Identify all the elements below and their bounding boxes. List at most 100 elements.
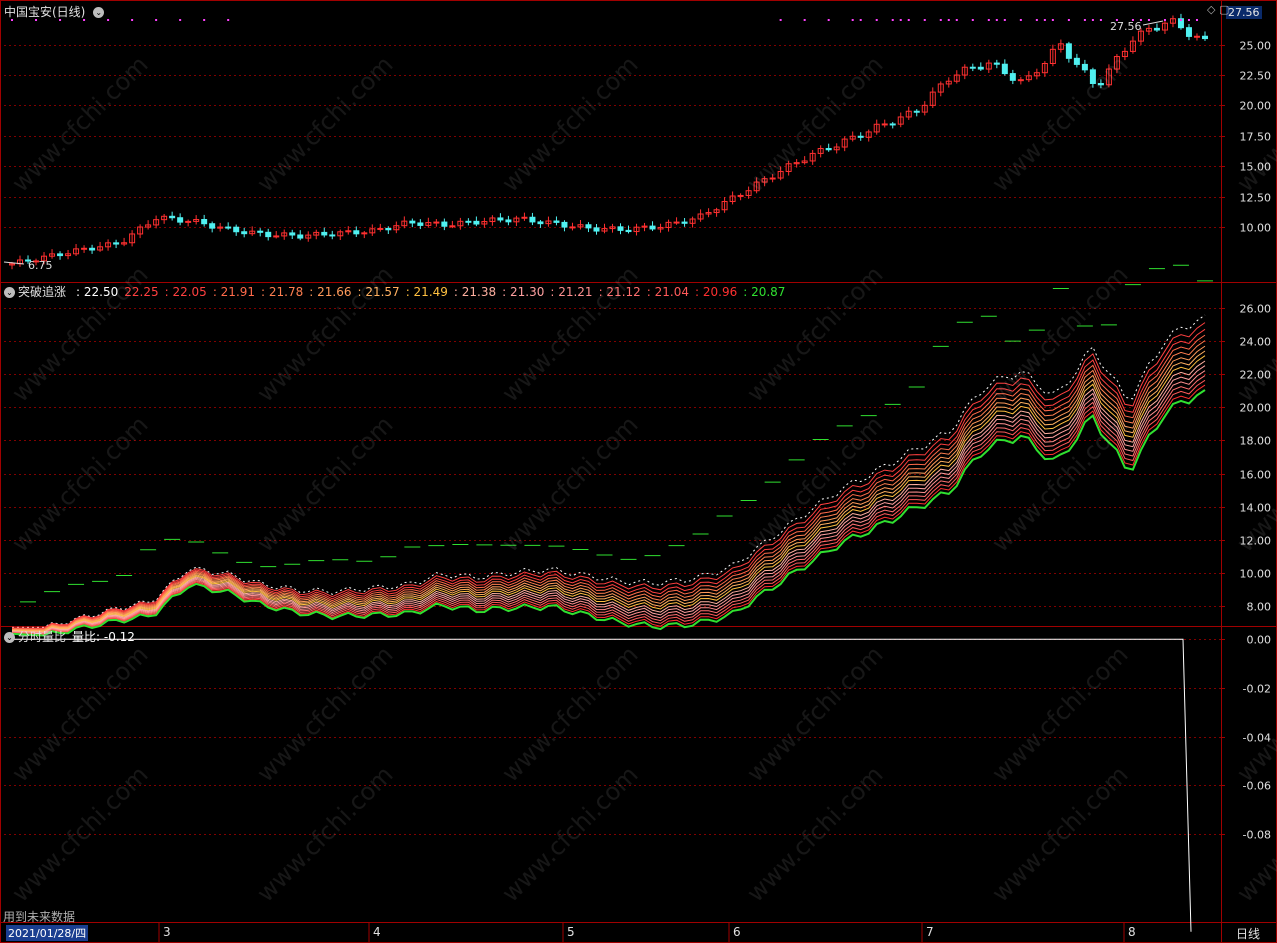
candle-body xyxy=(1089,69,1096,85)
signal-dot xyxy=(891,19,894,21)
price-tick-label: 20.00 xyxy=(1240,100,1272,113)
indicator-line xyxy=(11,345,1206,631)
signal-dot xyxy=(1083,19,1086,21)
signal-dot xyxy=(179,19,182,21)
period-label[interactable]: 日线 xyxy=(1236,925,1260,942)
candle-body xyxy=(673,221,680,224)
candle-body xyxy=(1153,27,1160,31)
candle-body xyxy=(353,230,360,235)
candle-body xyxy=(913,110,920,113)
indicator-value: : 21.21 xyxy=(550,285,593,299)
signal-dot xyxy=(1147,19,1150,21)
panel3-label: 量比: -0.12 xyxy=(72,630,135,644)
candle-body xyxy=(441,221,448,227)
signal-dot xyxy=(1163,19,1166,21)
candle-body xyxy=(289,232,296,236)
signal-dot xyxy=(803,19,806,21)
volume-ratio-tick-label: -0.02 xyxy=(1243,683,1271,696)
candle-body xyxy=(505,219,512,223)
signal-dot xyxy=(875,19,878,21)
collapse-icon[interactable]: ⌄ xyxy=(93,7,105,18)
price-tick-label: 15.00 xyxy=(1240,161,1272,174)
price-tick-label: 25.00 xyxy=(1240,40,1272,53)
month-label: 3 xyxy=(163,925,171,939)
signal-dot xyxy=(859,19,862,21)
candle-body xyxy=(617,226,624,231)
candle-body xyxy=(681,221,688,224)
collapse-icon[interactable]: ⌄ xyxy=(4,632,15,643)
price-tick-label: 17.50 xyxy=(1240,131,1272,144)
indicator-tick-label: 26.00 xyxy=(1240,303,1272,316)
high-price-label: 27.56 xyxy=(1110,20,1142,33)
candle-body xyxy=(113,242,120,245)
signal-dot xyxy=(971,19,974,21)
volume-ratio-tick-label: -0.08 xyxy=(1243,829,1271,842)
signal-dot xyxy=(1187,19,1190,21)
candle-body xyxy=(1097,83,1104,86)
high-marker-line xyxy=(1142,20,1164,26)
volume-ratio-tick-label: -0.06 xyxy=(1243,780,1271,793)
candle-body xyxy=(465,220,472,223)
candle-body xyxy=(521,216,528,219)
signal-dot xyxy=(939,19,942,21)
candle-body xyxy=(1193,35,1200,38)
signal-dot xyxy=(899,19,902,21)
candle-body xyxy=(769,177,776,180)
indicator-value: 22.25 xyxy=(124,285,159,299)
indicator-line xyxy=(11,355,1206,633)
indicator-tick-label: 18.00 xyxy=(1240,435,1272,448)
price-tick-label: 12.50 xyxy=(1240,192,1272,205)
signal-dot xyxy=(131,19,134,21)
candle-body xyxy=(625,229,632,233)
indicator-tick-label: 22.00 xyxy=(1240,369,1272,382)
settings-icons[interactable]: ◇ ▢ xyxy=(1207,3,1229,16)
date-cursor-box: 2021/01/28/四 xyxy=(6,925,89,941)
candle-body xyxy=(169,215,176,219)
indicator-line xyxy=(11,389,1206,637)
candle-body xyxy=(433,221,440,224)
indicator-value: : 22.05 xyxy=(164,285,207,299)
signal-dot xyxy=(1091,19,1094,21)
candle-body xyxy=(1201,35,1208,40)
candle-body xyxy=(1009,73,1016,81)
signal-dot xyxy=(907,19,910,21)
indicator-tick-label: 10.00 xyxy=(1240,568,1272,581)
candle-body xyxy=(297,234,304,239)
candle-body xyxy=(1073,57,1080,65)
indicator-value: : 21.66 xyxy=(309,285,352,299)
signal-dot xyxy=(1019,19,1022,21)
price-tick-label: 22.50 xyxy=(1240,70,1272,83)
volume-ratio-tick-label: 0.00 xyxy=(1247,634,1272,647)
indicator-tick-label: 20.00 xyxy=(1240,402,1272,415)
candle-body xyxy=(409,220,416,224)
candle-body xyxy=(57,253,64,257)
candle-body xyxy=(1001,63,1008,75)
stock-chart: 10.00 12.50 15.00 17.50 20.00 22.50 25.00 8.00 1… xyxy=(0,0,1277,943)
indicator-tick-label: 8.00 xyxy=(1247,601,1272,614)
indicator-value: : 21.91 xyxy=(212,285,256,299)
signal-dot xyxy=(827,19,830,21)
candle-body xyxy=(593,227,600,232)
signal-dot xyxy=(227,19,230,21)
panel3-header: ⌄ 分时量比 量比: -0.12 xyxy=(4,628,135,645)
panel1-header: 中国宝安(日线) ⌄ xyxy=(4,3,107,20)
candle-body xyxy=(889,123,896,126)
signal-dot xyxy=(995,19,998,21)
signal-dot xyxy=(1051,19,1054,21)
candle-body xyxy=(385,227,392,231)
month-label: 6 xyxy=(733,925,741,939)
current-price-tag: 27.56 xyxy=(1226,6,1262,19)
candle-body xyxy=(497,217,504,221)
candle-body xyxy=(201,218,208,225)
indicator-value: : 20.87 xyxy=(743,285,786,299)
candle-body xyxy=(857,135,864,138)
collapse-icon[interactable]: ⌄ xyxy=(4,287,15,298)
candle-body xyxy=(417,222,424,226)
candle-body xyxy=(81,247,88,250)
candle-body xyxy=(241,231,248,235)
candle-body xyxy=(1065,43,1072,59)
indicator-tick-label: 16.00 xyxy=(1240,469,1272,482)
indicator-tick-label: 12.00 xyxy=(1240,535,1272,548)
signal-dot xyxy=(1043,19,1046,21)
volume-ratio-tick-label: -0.04 xyxy=(1243,732,1271,745)
